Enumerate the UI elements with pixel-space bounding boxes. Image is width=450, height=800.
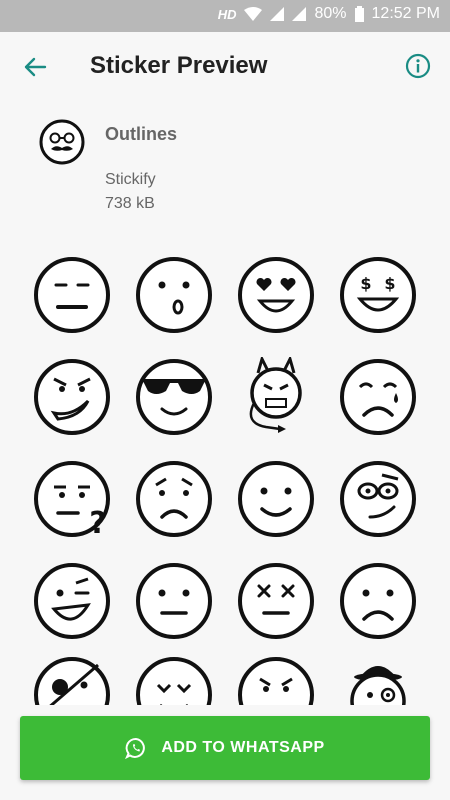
sticker-heart-eyes-face[interactable] — [236, 255, 316, 335]
svg-text:$: $ — [360, 274, 371, 293]
sticker-pirate-face[interactable] — [32, 655, 112, 705]
whatsapp-icon — [125, 738, 146, 759]
svg-text:$: $ — [384, 274, 395, 293]
pack-size: 738 kB — [105, 195, 155, 212]
wifi-icon — [244, 7, 263, 21]
sticker-devil-face[interactable] — [236, 357, 316, 437]
sticker-winking-face[interactable] — [32, 561, 112, 641]
status-bar: HD 80% 12:52 PM — [0, 0, 450, 32]
signal-icon — [270, 7, 285, 21]
sticker-surprised-face[interactable] — [134, 255, 214, 335]
app-bar: Sticker Preview — [0, 32, 450, 100]
clock: 12:52 PM — [371, 5, 440, 22]
sticker-money-eyes-face[interactable]: $ $ — [338, 255, 418, 335]
signal-icon-2 — [292, 7, 307, 21]
battery-icon — [354, 6, 364, 22]
sticker-smirk-face[interactable] — [32, 357, 112, 437]
sticker-crying-face[interactable] — [338, 357, 418, 437]
sticker-expressionless-face[interactable] — [134, 561, 214, 641]
sticker-grid: $ $ ? — [0, 255, 450, 705]
network-type: HD — [217, 6, 237, 22]
sticker-neutral-face[interactable] — [32, 255, 112, 335]
pack-name: Outlines — [105, 124, 178, 144]
page-title: Sticker Preview — [90, 52, 268, 79]
pack-tray-icon — [39, 119, 85, 165]
sticker-pack-info: Outlines Stickify 738 kB — [0, 118, 450, 228]
sticker-dizzy-face[interactable] — [236, 561, 316, 641]
sticker-angry-face[interactable] — [236, 655, 316, 705]
pack-publisher: Stickify — [105, 171, 156, 188]
battery-percent: 80% — [314, 5, 347, 22]
back-arrow-icon[interactable] — [20, 52, 50, 82]
sticker-smiling-face[interactable] — [236, 459, 316, 539]
sticker-smile-face[interactable] — [134, 655, 214, 705]
svg-text:?: ? — [89, 506, 106, 539]
add-to-whatsapp-label: ADD TO WHATSAPP — [161, 739, 325, 756]
sticker-sunglasses-face[interactable] — [134, 357, 214, 437]
sticker-sad-face[interactable] — [338, 561, 418, 641]
info-icon[interactable] — [404, 52, 432, 80]
sticker-monocle-face[interactable] — [338, 655, 418, 705]
sticker-confused-face[interactable]: ? — [32, 459, 112, 539]
add-to-whatsapp-button[interactable]: ADD TO WHATSAPP — [20, 716, 430, 780]
sticker-nerd-face[interactable] — [338, 459, 418, 539]
sticker-worried-face[interactable] — [134, 459, 214, 539]
